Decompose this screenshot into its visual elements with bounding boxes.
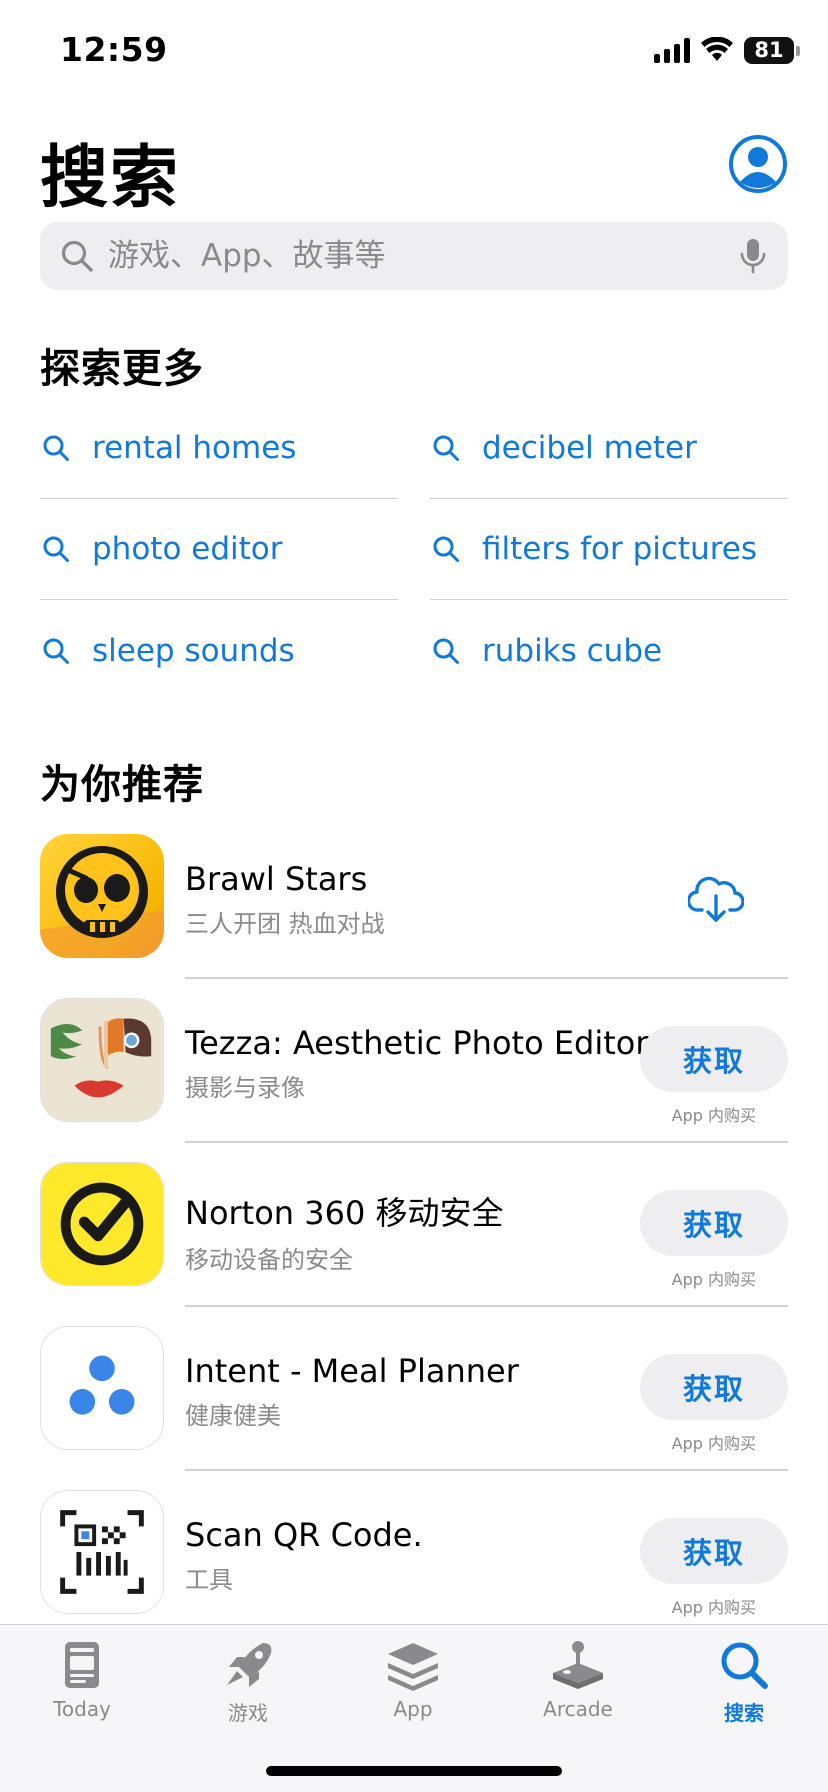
row-divider (185, 1141, 788, 1143)
discover-item-label: rental homes (92, 430, 297, 466)
row-divider (185, 1305, 788, 1307)
discover-item-label: filters for pictures (482, 531, 758, 567)
recommended-section-title: 为你推荐 (40, 762, 204, 808)
app-info: Tezza: Aesthetic Photo Editor 摄影与录像 (185, 1024, 649, 1103)
get-button[interactable]: 获取 (640, 1026, 788, 1092)
status-bar: 12:59 81 (0, 0, 828, 100)
discover-item-rental-homes[interactable]: rental homes (40, 398, 398, 499)
in-app-purchase-label: App 内购买 (671, 1434, 756, 1453)
discover-section-title: 探索更多 (40, 346, 204, 392)
app-name: Brawl Stars (185, 860, 368, 898)
app-subtitle: 摄影与录像 (185, 1074, 305, 1102)
tab-label: 搜索 (724, 1701, 764, 1725)
discover-item-label: rubiks cube (482, 632, 663, 669)
discover-item-photo-editor[interactable]: photo editor (40, 499, 398, 600)
discover-item-label: sleep sounds (92, 632, 295, 669)
in-app-purchase-label: App 内购买 (671, 1106, 756, 1125)
microphone-icon[interactable] (738, 237, 768, 275)
tezza-app-icon[interactable] (40, 998, 164, 1122)
app-info: Scan QR Code. 工具 (185, 1516, 625, 1595)
tab-label: Arcade (543, 1697, 613, 1721)
row-divider (185, 1469, 788, 1471)
row-divider (185, 977, 788, 979)
cellular-signal-icon (654, 37, 690, 63)
app-row-brawl-stars[interactable]: Brawl Stars 三人开团 热血对战 (40, 834, 788, 998)
app-stack-icon (388, 1643, 438, 1691)
search-icon (433, 536, 459, 562)
discover-item-label: photo editor (92, 531, 283, 567)
get-button[interactable]: 获取 (640, 1354, 788, 1420)
tab-games[interactable]: 游戏 (193, 1639, 303, 1726)
app-info: Intent - Meal Planner 健康健美 (185, 1352, 625, 1431)
battery-level: 81 (754, 38, 784, 62)
app-name: Tezza: Aesthetic Photo Editor (185, 1024, 649, 1062)
search-icon (721, 1642, 768, 1689)
qr-scanner-app-icon[interactable] (40, 1490, 164, 1614)
app-name: Scan QR Code. (185, 1516, 423, 1554)
search-icon (43, 638, 69, 664)
battery-icon: 81 (744, 36, 800, 64)
discover-item-sleep-sounds[interactable]: sleep sounds (40, 600, 398, 701)
app-subtitle: 移动设备的安全 (185, 1246, 353, 1274)
wifi-icon (701, 37, 733, 61)
search-icon (433, 638, 459, 664)
app-subtitle: 健康健美 (185, 1402, 281, 1430)
app-row-intent-meal-planner[interactable]: Intent - Meal Planner 健康健美 获取 App 内购买 (40, 1326, 788, 1490)
discover-item-filters-for-pictures[interactable]: filters for pictures (430, 499, 788, 600)
recommended-list: Brawl Stars 三人开团 热血对战 Tezza: Aesthetic P… (40, 834, 788, 1654)
tab-label: Today (53, 1697, 111, 1721)
search-icon (61, 240, 93, 272)
brawl-stars-app-icon[interactable] (40, 834, 164, 958)
app-name: Norton 360 移动安全 (185, 1194, 504, 1232)
rocket-icon (227, 1643, 272, 1687)
in-app-purchase-label: App 内购买 (671, 1598, 756, 1617)
account-avatar-icon[interactable] (728, 134, 788, 194)
status-time: 12:59 (60, 30, 168, 69)
tab-arcade[interactable]: Arcade (523, 1639, 633, 1721)
tab-apps[interactable]: App (358, 1639, 468, 1721)
app-name: Intent - Meal Planner (185, 1352, 519, 1390)
intent-app-icon[interactable] (40, 1326, 164, 1450)
app-row-tezza[interactable]: Tezza: Aesthetic Photo Editor 摄影与录像 获取 A… (40, 998, 788, 1162)
app-subtitle: 三人开团 热血对战 (185, 910, 385, 938)
app-info: Norton 360 移动安全 移动设备的安全 (185, 1188, 625, 1275)
search-input[interactable] (108, 238, 738, 274)
get-button[interactable]: 获取 (640, 1190, 788, 1256)
app-subtitle: 工具 (185, 1566, 233, 1594)
status-icons: 81 (654, 34, 800, 66)
search-icon (43, 536, 69, 562)
app-row-norton-360[interactable]: Norton 360 移动安全 移动设备的安全 获取 App 内购买 (40, 1162, 788, 1326)
search-icon (433, 435, 459, 461)
app-info: Brawl Stars 三人开团 热血对战 (185, 860, 625, 939)
tab-search[interactable]: 搜索 (689, 1639, 799, 1726)
home-indicator[interactable] (266, 1766, 562, 1776)
tab-today[interactable]: Today (27, 1639, 137, 1721)
norton-app-icon[interactable] (40, 1162, 164, 1286)
get-button[interactable]: 获取 (640, 1518, 788, 1584)
joystick-icon (553, 1641, 603, 1689)
cloud-download-icon[interactable] (688, 872, 744, 924)
discover-item-decibel-meter[interactable]: decibel meter (430, 398, 788, 499)
today-icon (65, 1642, 99, 1688)
discover-item-label: decibel meter (482, 430, 697, 466)
discover-item-rubiks-cube[interactable]: rubiks cube (430, 600, 788, 701)
tab-label: 游戏 (228, 1701, 268, 1725)
discover-grid: rental homes decibel meter photo editor … (40, 398, 788, 701)
in-app-purchase-label: App 内购买 (671, 1270, 756, 1289)
page-title: 搜索 (40, 139, 181, 218)
search-bar[interactable] (40, 222, 788, 290)
tab-label: App (393, 1697, 433, 1721)
search-icon (43, 435, 69, 461)
